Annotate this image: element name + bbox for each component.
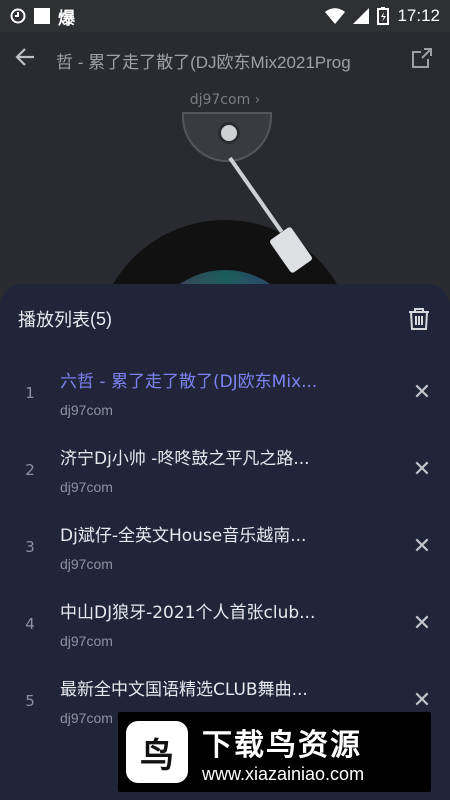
playlist-item[interactable]: 2 济宁Dj小帅 -咚咚鼓之平凡之路... dj97com ✕: [0, 431, 450, 508]
remove-icon[interactable]: ✕: [394, 688, 450, 713]
watermark-logo: 鸟: [126, 721, 188, 783]
playlist-title: 播放列表: [18, 310, 90, 330]
track-title: 济宁Dj小帅 -咚咚鼓之平凡之路...: [60, 449, 310, 469]
playlist-header: 播放列表 (5): [0, 284, 450, 354]
turntable: [90, 110, 370, 480]
back-arrow-icon[interactable]: [14, 46, 44, 74]
track-title: 六哲 - 累了走了散了(DJ欧东Mix...: [60, 372, 318, 392]
track-artist: dj97com: [60, 633, 113, 649]
track-index: 1: [25, 383, 35, 402]
clock: 17:12: [397, 6, 440, 25]
watermark-text: 下载鸟资源: [202, 727, 362, 763]
track-artist: dj97com: [60, 479, 113, 495]
status-left-text: 爆: [58, 8, 75, 29]
circle-icon: [10, 8, 26, 24]
track-index: 2: [25, 460, 35, 479]
signal-icon: [353, 8, 370, 24]
track-index: 4: [25, 614, 35, 633]
remove-icon[interactable]: ✕: [394, 611, 450, 636]
share-icon[interactable]: [408, 47, 436, 73]
song-title: 哲 - 累了走了散了(DJ欧东Mix2021Prog: [56, 52, 351, 72]
track-artist: dj97com: [60, 556, 113, 572]
track-artist: dj97com: [60, 402, 113, 418]
playlist-item[interactable]: 4 中山DJ狼牙-2021个人首张club... dj97com ✕: [0, 585, 450, 662]
remove-icon[interactable]: ✕: [394, 380, 450, 405]
track-title: Dj斌仔-全英文House音乐越南...: [60, 526, 307, 546]
wifi-icon: [325, 8, 346, 24]
watermark-banner: 鸟 下载鸟资源 www.xiazainiao.com: [118, 712, 431, 792]
player-header: 哲 - 累了走了散了(DJ欧东Mix2021Prog: [0, 38, 450, 82]
watermark-logo-char: 鸟: [140, 735, 174, 776]
battery-charging-icon: [377, 7, 390, 25]
track-title: 最新全中文国语精选CLUB舞曲...: [60, 680, 308, 700]
artist-link[interactable]: dj97com ›: [0, 92, 450, 108]
playlist: 1 六哲 - 累了走了散了(DJ欧东Mix... dj97com ✕ 2 济宁D…: [0, 354, 450, 739]
watermark-url: www.xiazainiao.com: [202, 763, 365, 784]
track-index: 5: [25, 691, 35, 710]
remove-icon[interactable]: ✕: [394, 534, 450, 559]
playlist-item[interactable]: 3 Dj斌仔-全英文House音乐越南... dj97com ✕: [0, 508, 450, 585]
track-title: 中山DJ狼牙-2021个人首张club...: [60, 603, 316, 623]
remove-icon[interactable]: ✕: [394, 457, 450, 482]
playlist-item[interactable]: 1 六哲 - 累了走了散了(DJ欧东Mix... dj97com ✕: [0, 354, 450, 431]
tonearm-base: [182, 112, 272, 162]
playlist-count: (5): [90, 308, 112, 329]
track-index: 3: [25, 537, 35, 556]
trash-icon[interactable]: [406, 306, 432, 332]
status-bar: 爆 17:12: [0, 0, 450, 32]
square-icon: [34, 8, 50, 24]
